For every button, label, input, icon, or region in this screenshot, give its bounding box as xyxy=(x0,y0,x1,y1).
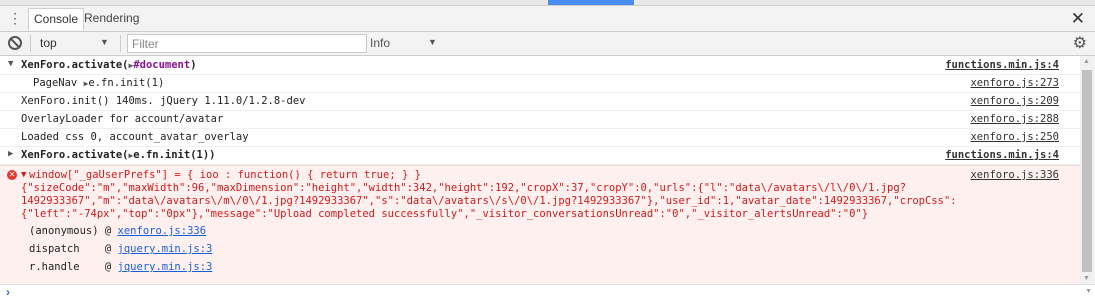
console-prompt[interactable]: › ▼ xyxy=(0,284,1095,301)
log-text: XenForo.init() 140ms. jQuery 1.11.0/1.2.… xyxy=(21,95,306,107)
context-selector[interactable]: top xyxy=(40,36,57,50)
error-icon: ✕ xyxy=(7,170,17,180)
error-message: ✕ ▼ window["_gaUserPrefs"] = { ioo : fun… xyxy=(0,165,1080,284)
error-line: {"sizeCode":"m","maxWidth":96,"maxDimens… xyxy=(21,182,907,194)
stack-function: r.handle xyxy=(29,261,99,273)
stack-function: dispatch xyxy=(29,243,99,255)
log-level-selector[interactable]: Info xyxy=(370,36,390,50)
source-link[interactable]: xenforo.js:209 xyxy=(970,95,1059,107)
stack-frame: r.handle @ jquery.min.js:3 xyxy=(29,261,213,273)
source-link[interactable]: xenforo.js:336 xyxy=(970,169,1059,181)
source-link[interactable]: xenforo.js:288 xyxy=(970,113,1059,125)
stack-frame: (anonymous) @ xenforo.js:336 xyxy=(29,225,207,237)
expand-triangle-icon[interactable]: ▶ xyxy=(8,149,13,159)
active-page-tab-indicator xyxy=(548,0,634,5)
log-text: ) xyxy=(190,59,197,71)
kebab-menu-icon[interactable]: ⋮ xyxy=(8,10,22,27)
source-link[interactable]: functions.min.js:4 xyxy=(945,59,1059,71)
log-row: OverlayLoader for account/avatar xenforo… xyxy=(0,110,1080,129)
log-row: XenForo.init() 140ms. jQuery 1.11.0/1.2.… xyxy=(0,92,1080,111)
error-line: window["_gaUserPrefs"] = { ioo : functio… xyxy=(29,169,421,181)
prompt-caret-icon: › xyxy=(6,285,10,299)
scroll-up-icon[interactable]: ▲ xyxy=(1083,58,1090,65)
log-row: ▼ XenForo.activate(▶#document) functions… xyxy=(0,56,1080,75)
log-text: XenForo.activate( xyxy=(21,149,129,161)
expand-triangle-icon[interactable]: ▼ xyxy=(21,170,26,180)
stack-function: (anonymous) xyxy=(29,225,99,237)
scroll-down-icon[interactable]: ▼ xyxy=(1083,275,1090,282)
chevron-down-icon[interactable]: ▼ xyxy=(428,37,437,47)
stack-source-link[interactable]: jquery.min.js:3 xyxy=(118,261,213,273)
tab-rendering[interactable]: Rendering xyxy=(79,8,144,29)
log-object[interactable]: #document xyxy=(133,59,190,71)
toolbar-divider xyxy=(30,35,31,52)
toolbar-divider xyxy=(120,35,121,52)
log-row: ▶ XenForo.activate(▶e.fn.init(1)) functi… xyxy=(0,146,1080,165)
stack-frame: dispatch @ jquery.min.js:3 xyxy=(29,243,213,255)
log-object[interactable]: e.fn.init(1) xyxy=(88,77,164,89)
tab-console[interactable]: Console xyxy=(28,8,85,30)
stack-source-link[interactable]: xenforo.js:336 xyxy=(118,225,207,237)
log-text: Loaded css 0, account_avatar_overlay xyxy=(21,131,249,143)
filter-input[interactable] xyxy=(127,34,367,53)
gear-icon[interactable]: ⚙ xyxy=(1073,33,1087,53)
chevron-down-icon[interactable]: ▼ xyxy=(100,37,109,47)
console-messages: ▼ XenForo.activate( ▶ #document) functions… xyxy=(0,56,1080,284)
log-object[interactable]: e.fn.init(1) xyxy=(133,149,209,161)
console-toolbar: top ▼ Info ▼ ⚙ xyxy=(0,32,1095,56)
log-row: Loaded css 0, account_avatar_overlay xen… xyxy=(0,128,1080,147)
scroll-down-icon[interactable]: ▼ xyxy=(1085,288,1092,295)
stack-source-link[interactable]: jquery.min.js:3 xyxy=(118,243,213,255)
error-line: 1492933367","m":"data\/avatars\/m\/0\/1.… xyxy=(21,195,957,207)
devtools-drawer-tabbar: ⋮ Console Rendering ✕ xyxy=(0,6,1095,32)
error-line: {"left":"-74px","top":"0px"},"message":"… xyxy=(21,208,869,220)
vertical-scrollbar[interactable]: ▲ ▼ xyxy=(1080,56,1095,284)
source-link[interactable]: xenforo.js:273 xyxy=(970,77,1059,89)
log-text: XenForo.activate( xyxy=(21,59,129,71)
log-text: OverlayLoader for account/avatar xyxy=(21,113,224,125)
source-link[interactable]: functions.min.js:4 xyxy=(945,149,1059,161)
scrollbar-thumb[interactable] xyxy=(1082,70,1092,272)
source-link[interactable]: xenforo.js:250 xyxy=(970,131,1059,143)
expand-triangle-icon[interactable]: ▼ xyxy=(8,59,13,69)
close-icon[interactable]: ✕ xyxy=(1071,8,1085,29)
clear-console-icon[interactable] xyxy=(8,36,22,50)
log-text: ) xyxy=(209,149,216,161)
log-row: PageNav ▶e.fn.init(1) xenforo.js:273 xyxy=(0,74,1080,93)
log-text: PageNav xyxy=(33,77,84,89)
